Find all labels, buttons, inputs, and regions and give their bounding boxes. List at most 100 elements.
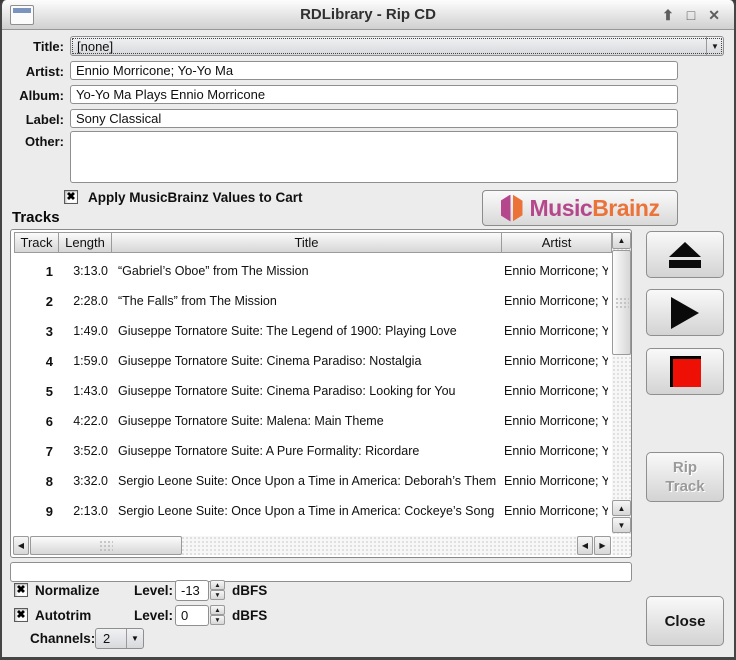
checkmark-icon: ✖: [16, 610, 25, 621]
scroll-left-icon[interactable]: ◀: [13, 536, 29, 555]
scroll-left-icon[interactable]: ◀: [577, 536, 593, 555]
track-length: 4:22.0: [53, 414, 108, 428]
close-button[interactable]: Close: [646, 596, 724, 646]
artist-field[interactable]: [70, 61, 678, 80]
spin-up-icon[interactable]: ▲: [210, 580, 225, 590]
other-label: Other:: [6, 134, 64, 149]
label-label: Label:: [6, 112, 64, 127]
scroll-right-icon[interactable]: ▶: [594, 536, 611, 555]
rip-track-label-line1: Rip: [673, 458, 697, 477]
track-title: “Gabriel’s Oboe” from The Mission: [118, 264, 496, 278]
table-row[interactable]: 9 2:13.0 Sergio Leone Suite: Once Upon a…: [11, 496, 611, 526]
window-title: RDLibrary - Rip CD: [2, 0, 734, 30]
chevron-down-icon[interactable]: ▼: [126, 629, 143, 648]
autotrim-level-spinner[interactable]: [175, 605, 209, 626]
horizontal-scrollbar-thumb[interactable]: [30, 536, 182, 555]
track-title: Sergio Leone Suite: Once Upon a Time in …: [118, 474, 496, 488]
track-length: 3:32.0: [53, 474, 108, 488]
table-row[interactable]: 8 3:32.0 Sergio Leone Suite: Once Upon a…: [11, 466, 611, 496]
track-number: 3: [11, 324, 53, 339]
play-icon: [671, 297, 699, 329]
vertical-scrollbar-thumb[interactable]: [612, 250, 631, 355]
rip-track-label-line2: Track: [665, 477, 704, 496]
track-title: Giuseppe Tornatore Suite: Cinema Paradis…: [118, 354, 496, 368]
spin-down-icon[interactable]: ▼: [210, 590, 225, 600]
table-row[interactable]: 3 1:49.0 Giuseppe Tornatore Suite: The L…: [11, 316, 611, 346]
table-row[interactable]: 5 1:43.0 Giuseppe Tornatore Suite: Cinem…: [11, 376, 611, 406]
track-artist: Ennio Morricone; Yo-Yo Ma: [504, 444, 608, 458]
autotrim-checkbox[interactable]: ✖: [14, 608, 28, 622]
album-field[interactable]: [70, 85, 678, 104]
column-header-track[interactable]: Track: [14, 232, 59, 253]
table-row[interactable]: 2 2:28.0 “The Falls” from The Mission En…: [11, 286, 611, 316]
musicbrainz-logo-icon: [501, 195, 523, 222]
rip-progress-bar: [10, 562, 632, 582]
titlebar[interactable]: RDLibrary - Rip CD ⬆ □ ✕: [2, 0, 734, 30]
musicbrainz-button[interactable]: MusicBrainz: [482, 190, 678, 226]
track-title: “The Falls” from The Mission: [118, 294, 496, 308]
track-title: Giuseppe Tornatore Suite: The Legend of …: [118, 324, 496, 338]
track-artist: Ennio Morricone; Yo-Yo Ma: [504, 384, 608, 398]
normalize-level-spinner[interactable]: [175, 580, 209, 601]
other-field[interactable]: [70, 131, 678, 183]
maximize-icon[interactable]: □: [687, 8, 695, 22]
play-button[interactable]: [646, 289, 724, 336]
normalize-unit-label: dBFS: [232, 583, 267, 598]
track-length: 1:49.0: [53, 324, 108, 338]
autotrim-level-spin-buttons: ▲ ▼: [210, 605, 225, 625]
label-field[interactable]: [70, 109, 678, 128]
artist-label: Artist:: [6, 64, 64, 79]
column-header-title[interactable]: Title: [111, 232, 502, 253]
scrollbar-grip: [615, 297, 629, 309]
track-length: 2:28.0: [53, 294, 108, 308]
album-label: Album:: [6, 88, 64, 103]
rip-track-button[interactable]: Rip Track: [646, 452, 724, 502]
channels-label: Channels:: [30, 631, 95, 646]
apply-musicbrainz-label: Apply MusicBrainz Values to Cart: [88, 190, 303, 205]
table-row[interactable]: 7 3:52.0 Giuseppe Tornatore Suite: A Pur…: [11, 436, 611, 466]
eject-button[interactable]: [646, 231, 724, 278]
tracks-section-label: Tracks: [12, 209, 60, 226]
column-header-artist[interactable]: Artist: [501, 232, 612, 253]
apply-musicbrainz-checkbox[interactable]: ✖: [64, 190, 78, 204]
title-label: Title:: [6, 39, 64, 54]
autotrim-unit-label: dBFS: [232, 608, 267, 623]
track-number: 1: [11, 264, 53, 279]
spin-up-icon[interactable]: ▲: [210, 605, 225, 615]
title-combobox[interactable]: [none] ▼: [70, 36, 724, 56]
musicbrainz-wordmark: MusicBrainz: [530, 195, 660, 222]
stop-button[interactable]: [646, 348, 724, 395]
track-length: 1:59.0: [53, 354, 108, 368]
track-number: 5: [11, 384, 53, 399]
close-button-label: Close: [665, 613, 706, 630]
channels-combobox-value: 2: [103, 631, 110, 646]
scroll-up-icon[interactable]: ▲: [612, 500, 631, 516]
normalize-label: Normalize: [35, 583, 100, 598]
scroll-up-icon[interactable]: ▲: [612, 232, 631, 249]
titlebar-buttons: ⬆ □ ✕: [654, 0, 728, 30]
track-artist: Ennio Morricone; Yo-Yo Ma: [504, 474, 608, 488]
track-title: Giuseppe Tornatore Suite: A Pure Formali…: [118, 444, 496, 458]
autotrim-label: Autotrim: [35, 608, 91, 623]
table-row[interactable]: 4 1:59.0 Giuseppe Tornatore Suite: Cinem…: [11, 346, 611, 376]
rip-cd-window: RDLibrary - Rip CD ⬆ □ ✕ Title: [none] ▼…: [0, 0, 736, 660]
channels-combobox[interactable]: 2 ▼: [95, 628, 144, 649]
spin-down-icon[interactable]: ▼: [210, 615, 225, 625]
table-row[interactable]: 6 4:22.0 Giuseppe Tornatore Suite: Malen…: [11, 406, 611, 436]
track-artist: Ennio Morricone; Yo-Yo Ma: [504, 324, 608, 338]
track-number: 8: [11, 474, 53, 489]
scrollbar-corner: [612, 536, 631, 555]
track-artist: Ennio Morricone; Yo-Yo Ma: [504, 294, 608, 308]
scroll-down-icon[interactable]: ▼: [612, 517, 631, 533]
track-artist: Ennio Morricone; Yo-Yo Ma: [504, 414, 608, 428]
close-icon[interactable]: ✕: [708, 8, 720, 22]
track-length: 2:13.0: [53, 504, 108, 518]
tracks-table: Track Length Title Artist 1 3:13.0 “Gabr…: [10, 229, 632, 558]
column-header-length[interactable]: Length: [58, 232, 112, 253]
shade-icon[interactable]: ⬆: [662, 8, 674, 22]
checkmark-icon: ✖: [66, 192, 75, 203]
table-row[interactable]: 1 3:13.0 “Gabriel’s Oboe” from The Missi…: [11, 256, 611, 286]
normalize-checkbox[interactable]: ✖: [14, 583, 28, 597]
chevron-down-icon[interactable]: ▼: [706, 37, 723, 55]
track-number: 6: [11, 414, 53, 429]
